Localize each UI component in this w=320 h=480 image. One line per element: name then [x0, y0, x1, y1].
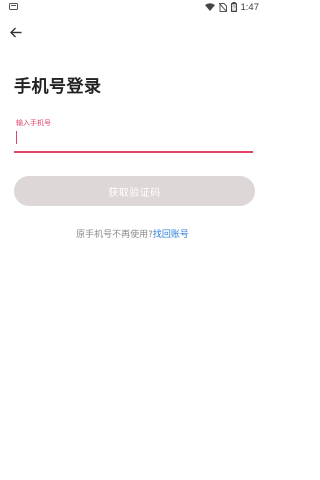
get-code-button[interactable]: 获取验证码	[14, 176, 255, 206]
status-icons: ? 1:47	[204, 1, 260, 13]
text-caret	[16, 131, 17, 144]
recover-account-line: 原手机号不再使用?找回账号	[0, 227, 265, 240]
notification-icon	[9, 3, 18, 10]
status-bar: ? 1:47	[0, 0, 265, 14]
recover-account-link[interactable]: 找回账号	[153, 230, 189, 240]
no-sim-icon	[218, 2, 227, 12]
battery-icon: ?	[230, 2, 237, 12]
recover-prompt: 原手机号不再使用?	[76, 230, 153, 240]
back-button[interactable]	[6, 22, 26, 42]
status-time: 1:47	[240, 1, 260, 13]
page-title: 手机号登录	[14, 77, 102, 97]
login-screen: ? 1:47 手机号登录 输入手机号 获取验证码 原手机号不再使用?找回账号	[0, 0, 265, 480]
phone-field-underline	[14, 151, 253, 153]
arrow-left-icon	[10, 23, 22, 42]
svg-text:?: ?	[232, 6, 235, 12]
phone-field-container[interactable]	[14, 127, 253, 151]
wifi-icon	[204, 3, 215, 11]
phone-input[interactable]	[14, 127, 253, 151]
